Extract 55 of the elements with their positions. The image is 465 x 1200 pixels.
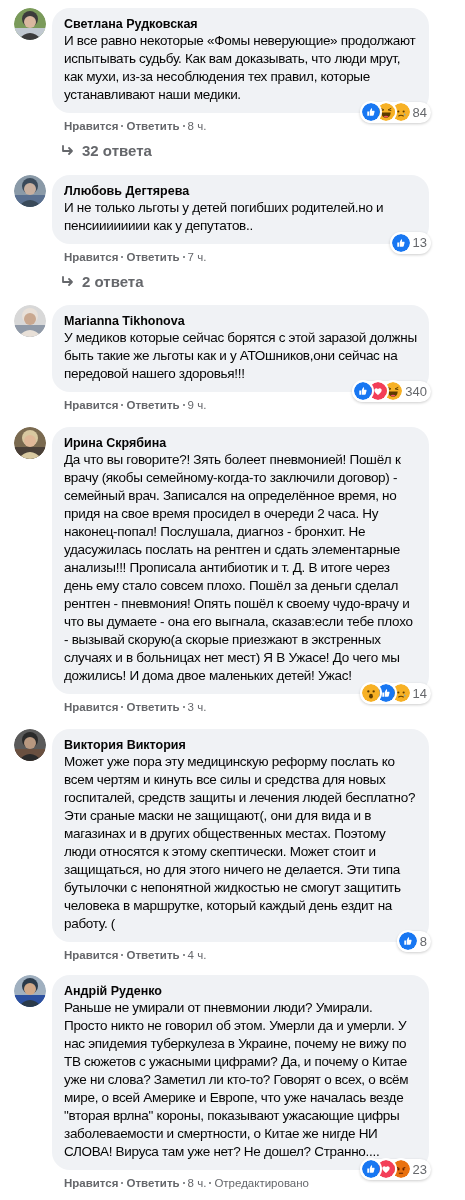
reaction-count: 23 xyxy=(412,1160,427,1179)
like-link[interactable]: Нравится xyxy=(64,118,119,134)
like-link[interactable]: Нравится xyxy=(64,248,119,265)
comment-time[interactable]: 8 ч. xyxy=(187,1175,207,1191)
reply-link[interactable]: Ответить xyxy=(126,947,180,963)
reaction-badge[interactable]: 23 xyxy=(359,1158,431,1180)
like-reaction-icon xyxy=(354,382,373,401)
reaction-count: 84 xyxy=(412,103,427,122)
comment-text: И все равно некоторые «Фомы неверующие» продолжают испытывать судьбу. Как вам доказывать, что люди мрут, как мухи, из-за несоблюдения тех правил, которые устанавливают наши медики. xyxy=(64,32,417,104)
reaction-badge[interactable]: 13 xyxy=(389,232,431,254)
comment-author[interactable]: Ллюбовь Дегтярева xyxy=(64,182,417,199)
laughing-reaction-icon xyxy=(384,382,403,401)
comment-author[interactable]: Marianna Tikhonova xyxy=(64,313,417,329)
comment-text: Может уже пора эту медицинскую реформу послать ко всем чертям и кинуть все силы и средства для новых госпиталей, средств защиты и лечения людей бесплатно? Эти сраные маски не защищают(, они для вида и в магазинах и в других общественных местах. Поэтому люди относятся к этому скептически. Может стоит и защищаться, но для этого ничего не делается. Эти типа бутылочки с непонятной жидкостью не смогут защитить человека в маршрутке, который каждый день ездит на работу. ( xyxy=(64,753,417,933)
reply-link[interactable]: Ответить xyxy=(126,397,180,413)
reply-link[interactable]: Ответить xyxy=(126,248,180,265)
comment-author[interactable]: Ирина Скрябина xyxy=(64,435,417,451)
like-link[interactable]: Нравится xyxy=(64,947,119,963)
view-replies-link[interactable]: 32 ответа xyxy=(61,140,152,163)
comment-time[interactable]: 8 ч. xyxy=(187,118,207,134)
reaction-count: 14 xyxy=(412,684,427,703)
reply-arrow-icon xyxy=(61,145,75,158)
edited-label: Отредактировано xyxy=(214,1176,309,1191)
comment-text: И не только льготы у детей погибших родителей.но и пенсииииииии как у депутатов.. xyxy=(64,198,385,235)
reaction-count: 8 xyxy=(419,932,427,951)
like-link[interactable]: Нравится xyxy=(64,699,119,715)
reaction-badge[interactable]: 340 xyxy=(352,380,431,402)
like-reaction-icon xyxy=(391,233,410,252)
comment-text: Да что вы говорите?! Зять болеет пневмонией! Пошёл к врачу (якобы семейному-когда-то заключили договор) - семейный врач. Записался на определённое время, но придя на свое время просидел в очереди 2 часа. Ну наконец-попал! Послушала, диагноз - бронхит. Не удасужилась послать на рентген и сдать элементарные анализы!!! Прописала антибиотик и т. Д. В итоге через день ему стало совсем плохо. Пошёл за деньги сделал рентген - пневмония! Опять пошёл к своему чудо-врачу и что вы думаете - она его выгнала, сказав:если тебе плохо - вызывай скорую(а скорые приезжают в экстренных случаях и в больницах нет мест) Я В Ужасе! До чего мы дожились! И дома двое маленьких детей! Ужас! xyxy=(64,451,414,685)
like-link[interactable]: Нравится xyxy=(64,1175,119,1191)
comment-author[interactable]: Светлана Рудковская xyxy=(64,16,417,32)
comment-time[interactable]: 3 ч. xyxy=(187,699,207,715)
like-reaction-icon xyxy=(398,932,417,951)
view-replies-link[interactable]: 2 ответа xyxy=(61,270,144,293)
comment-author[interactable]: Андрій Руденко xyxy=(64,983,417,999)
like-link[interactable]: Нравится xyxy=(64,397,119,413)
like-reaction-icon xyxy=(361,1160,380,1179)
reply-arrow-icon xyxy=(61,275,75,288)
comment-time[interactable]: 9 ч. xyxy=(187,397,207,413)
reaction-count: 340 xyxy=(405,382,427,401)
reaction-count: 13 xyxy=(412,234,427,252)
surprised-reaction-icon xyxy=(361,684,380,703)
reaction-badge[interactable]: 84 xyxy=(359,101,431,123)
reaction-badge[interactable]: 8 xyxy=(396,930,431,952)
like-reaction-icon xyxy=(361,103,380,122)
reply-link[interactable]: Ответить xyxy=(126,699,180,715)
comment-time[interactable]: 7 ч. xyxy=(187,248,207,265)
reply-link[interactable]: Ответить xyxy=(126,118,180,134)
reply-link[interactable]: Ответить xyxy=(126,1175,180,1191)
comment-time[interactable]: 4 ч. xyxy=(187,947,207,963)
reaction-badge[interactable]: 14 xyxy=(359,682,431,704)
heart-reaction-icon xyxy=(369,382,388,401)
comment-author[interactable]: Виктория Виктория xyxy=(64,737,417,753)
comment-text: Раньше не умирали от пневмонии люди? Умирали. Просто никто не говорил об этом. Умерли да и умерли. У нас эпидемия туберкулеза в Украине, почему не вижу по ТВ сюжетов с ужасными цифрами? Да, и почему о Китае уже ни слова? Заметил ли кто-то? Говорят о всех, о всём мире, о всей Америке и Европе, что уже началась везде "вторая врлна" короны, показывают ужасающие цифры заболеваемости и смертности, о Китае же нигде НИ СЛОВА! Вируса там уже нет? Не дошел? Странно.... xyxy=(64,999,410,1161)
comment-text: У медиков которые сейчас борятся с этой заразой должны быть такие же льготы как и у АТОшников,они сейчас на передовой нашего здоровья!!! xyxy=(64,329,417,383)
